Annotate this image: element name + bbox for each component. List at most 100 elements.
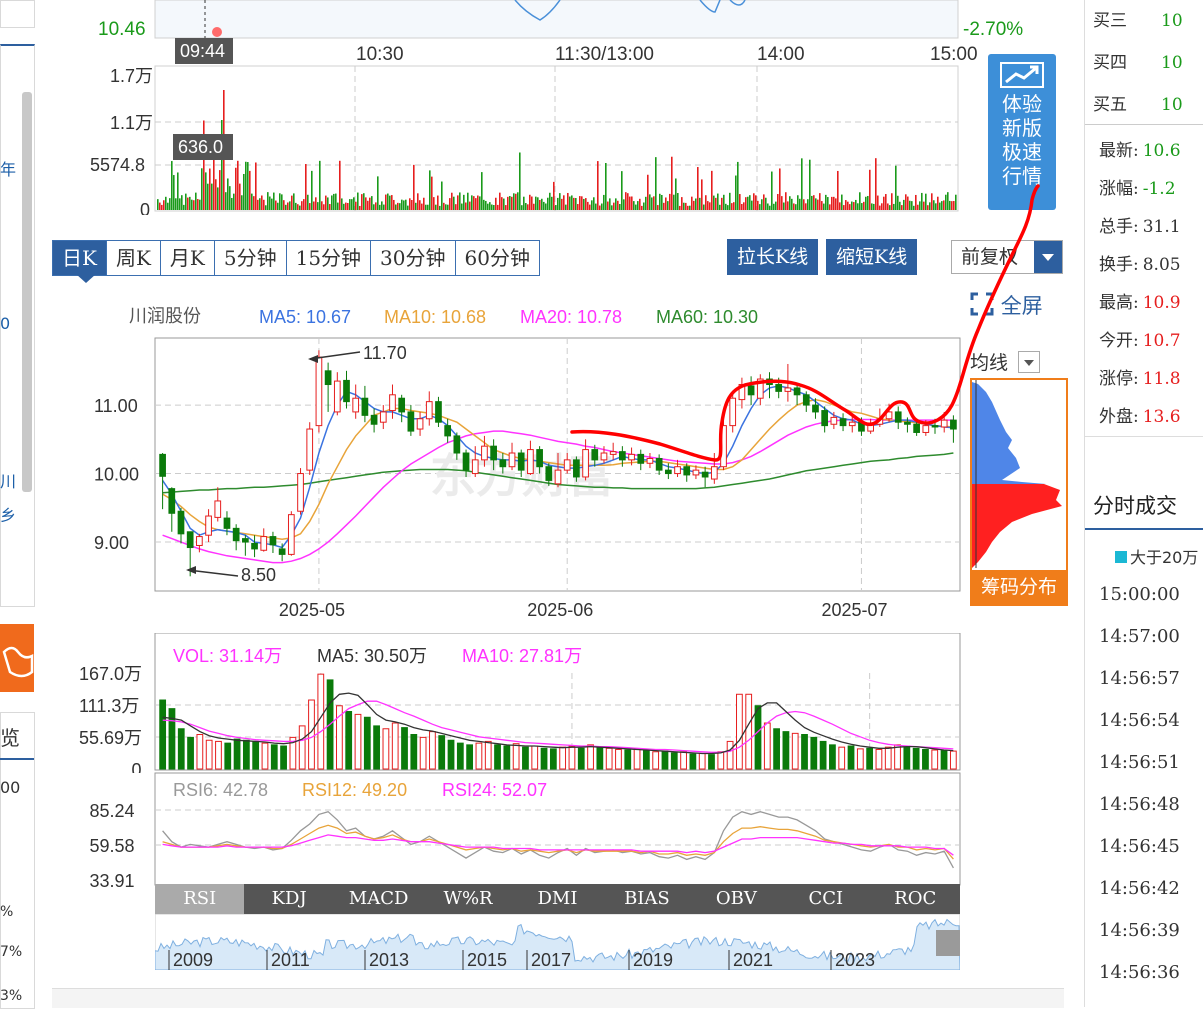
- intraday-vol-bar: [455, 204, 457, 210]
- intraday-vol-bar: [539, 199, 541, 210]
- stat-label: 最新:: [1099, 141, 1139, 161]
- volume-bar: [484, 740, 492, 770]
- candle-body: [306, 428, 314, 471]
- indicator-tab-rsi[interactable]: RSI: [155, 884, 245, 914]
- intraday-vol-bar: [385, 194, 387, 210]
- ticks-filter[interactable]: 大于20万: [1115, 544, 1198, 568]
- tab-15min[interactable]: 15分钟: [286, 241, 372, 275]
- volume-bar: [736, 693, 743, 770]
- candle-body: [242, 538, 249, 543]
- intraday-vol-bar: [449, 198, 451, 210]
- left-text-5: 览: [0, 726, 20, 750]
- volume-bar: [345, 711, 353, 770]
- intraday-vol-bar: [545, 203, 547, 210]
- candle-body: [177, 510, 185, 535]
- intraday-vol-bar: [269, 196, 271, 210]
- intraday-vol-bar: [549, 192, 551, 210]
- volume-bar: [549, 748, 557, 770]
- volume-bar: [280, 745, 287, 770]
- chips-distribution-label[interactable]: 筹码分布: [972, 570, 1066, 604]
- candle-body: [398, 397, 406, 413]
- rsi-y-tick: 85.24: [90, 801, 135, 821]
- candle-body: [297, 473, 304, 512]
- volume-bar: [615, 748, 622, 770]
- indicator-tab-obv[interactable]: OBV: [692, 884, 781, 914]
- candle-body: [425, 401, 433, 420]
- indicator-tab-roc[interactable]: ROC: [871, 884, 960, 914]
- tab-60min[interactable]: 60分钟: [455, 241, 539, 275]
- candle-body: [333, 380, 341, 413]
- intraday-vol-bar: [379, 204, 381, 210]
- intraday-vol-bar: [287, 202, 289, 210]
- history-overview[interactable]: 2009 2011 2013 2015 2017 2019 2021 2023: [155, 914, 960, 970]
- volume-bar: [187, 736, 194, 770]
- indicator-tab-cci[interactable]: CCI: [781, 884, 870, 914]
- left-scrollbar[interactable]: [22, 92, 32, 492]
- candle-body: [315, 356, 323, 427]
- red-annotation-stroke: [570, 184, 1040, 462]
- volume-bar: [856, 748, 864, 770]
- intraday-vol-bar: [325, 195, 327, 210]
- indicator-tab-dmi[interactable]: DMI: [513, 884, 602, 914]
- stat-value: 10.9: [1142, 293, 1181, 313]
- bid-label: 买三: [1093, 11, 1127, 31]
- intraday-vol-bar: [279, 193, 281, 210]
- volume-bar: [642, 750, 650, 770]
- intraday-vol-bar: [461, 203, 463, 210]
- volume-bar: [801, 734, 808, 770]
- intraday-vol-bar: [303, 199, 305, 210]
- intraday-vol-bar: [467, 192, 469, 210]
- intraday-vol-bar: [199, 199, 201, 210]
- intraday-vol-bar: [175, 198, 177, 210]
- intraday-vol-bar: [477, 195, 479, 210]
- kchart-x-tick: 2025-06: [527, 600, 593, 620]
- hand-icon[interactable]: [0, 624, 34, 692]
- intraday-vol-bar: [229, 186, 231, 210]
- indicator-tab-kdj[interactable]: KDJ: [244, 884, 333, 914]
- intraday-vol-tick: 1.7万: [110, 66, 153, 86]
- volume-bar: [559, 746, 567, 770]
- intraday-vol-bar: [557, 197, 559, 210]
- intraday-vol-bar: [209, 168, 211, 210]
- intraday-vol-bar: [401, 199, 403, 210]
- intraday-vol-bar: [421, 203, 423, 210]
- candle-body: [508, 452, 516, 468]
- intraday-vol-bar: [273, 192, 275, 210]
- intraday-vol-bar: [515, 193, 517, 210]
- indicator-tab-wr[interactable]: W%R: [423, 884, 512, 914]
- overview-year-label: 2015: [467, 950, 507, 970]
- overview-year-label: 2011: [271, 950, 310, 970]
- overview-scroll-handle[interactable]: [936, 930, 960, 956]
- stock-name: 川润股份: [129, 306, 201, 327]
- intraday-vol-bar: [407, 205, 409, 210]
- intraday-vol-bar: [389, 195, 391, 210]
- stat-row: 外盘: 13.6: [1099, 402, 1181, 427]
- volume-bar: [215, 740, 222, 770]
- stat-row: 总手: 31.1: [1099, 212, 1181, 237]
- intraday-vol-bar: [343, 203, 345, 210]
- intraday-vol-bar: [163, 200, 165, 210]
- rsi-y-axis: 85.24 59.58 33.91: [90, 801, 135, 888]
- intraday-vol-bar: [213, 158, 215, 210]
- intraday-vol-bar: [507, 196, 509, 210]
- candle-body: [490, 445, 497, 461]
- intraday-vol-bar: [361, 194, 363, 210]
- intraday-vol-bar: [159, 202, 161, 210]
- tab-5min[interactable]: 5分钟: [214, 241, 287, 275]
- indicator-tab-macd[interactable]: MACD: [334, 884, 423, 914]
- indicator-tab-bias[interactable]: BIAS: [602, 884, 691, 914]
- volume-bar: [884, 746, 892, 770]
- intraday-vol-bar: [499, 192, 501, 210]
- intraday-time-tick: 15:00: [930, 44, 978, 65]
- tab-30min[interactable]: 30分钟: [371, 241, 456, 275]
- tab-day-k[interactable]: 日K: [53, 241, 107, 275]
- tab-week-k[interactable]: 周K: [106, 241, 161, 275]
- intraday-vol-bar: [463, 194, 465, 210]
- intraday-vol-bar: [283, 200, 285, 210]
- intraday-vol-bar: [191, 199, 193, 210]
- tab-month-k[interactable]: 月K: [160, 241, 215, 275]
- intraday-vol-bar: [377, 176, 379, 210]
- left-text-8: 7%: [0, 944, 23, 960]
- volume-bar: [270, 744, 278, 770]
- intraday-vol-bar: [267, 192, 269, 210]
